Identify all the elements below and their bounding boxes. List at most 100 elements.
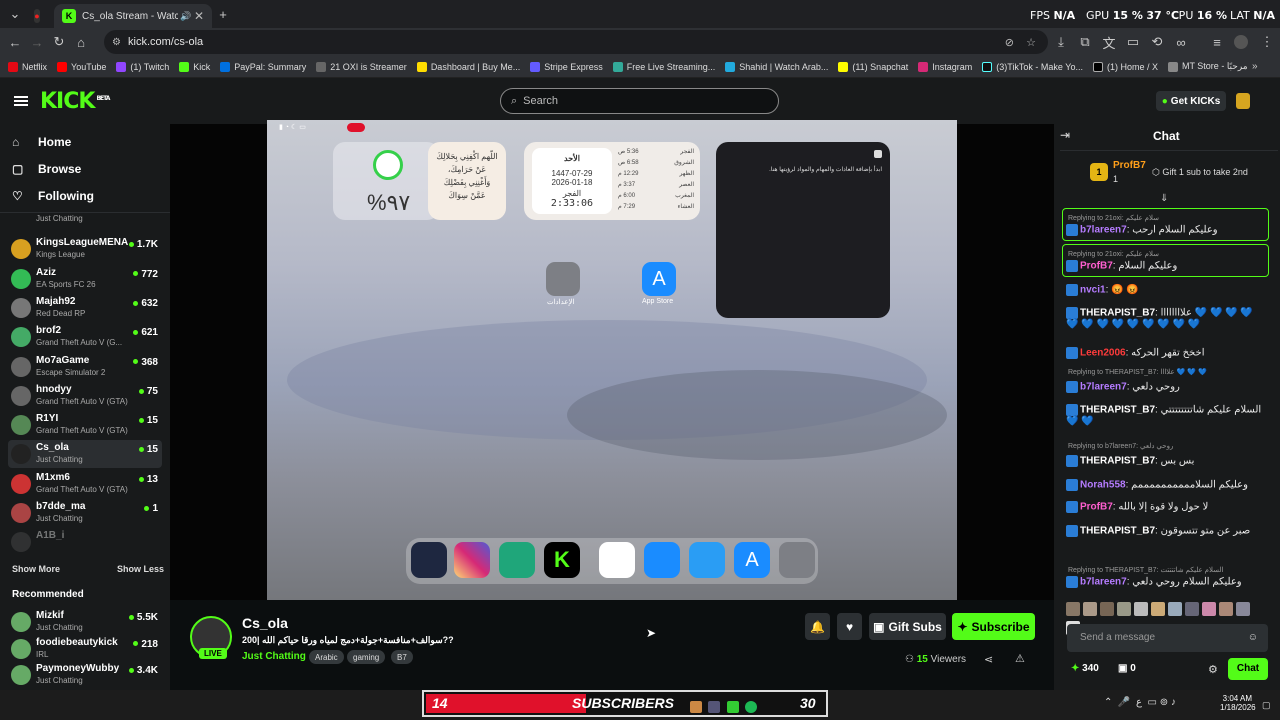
more-bookmarks-icon[interactable]: » xyxy=(1252,61,1258,72)
reply-context[interactable]: Replying to THERAPIST_B7: علاااا 💙 💙 💙 xyxy=(1068,368,1207,376)
report-icon[interactable]: ⚠ xyxy=(1015,652,1025,665)
bookmark-x[interactable]: (1) Home / X xyxy=(1092,61,1158,72)
recommended-channel[interactable]: foodiebeautykick IRL 218 xyxy=(8,635,162,663)
subscribe-button[interactable]: ✦ Subscribe xyxy=(952,613,1035,640)
profile-avatar[interactable] xyxy=(1234,35,1248,49)
pinned-gifter-name[interactable]: ProfB7 xyxy=(1113,160,1146,171)
chat-input[interactable]: Send a message ☺ xyxy=(1067,624,1268,652)
search-input[interactable]: ⌕ Search xyxy=(500,88,779,114)
chat-message[interactable]: THERAPIST_B7: علاااااااا 💙 💙 💙 💙 💙 💙 💙 💙… xyxy=(1066,307,1268,330)
sidebar-channel[interactable]: Mo7aGame Escape Simulator 2 368 xyxy=(8,353,162,381)
nav-following[interactable]: ♡ Following xyxy=(12,189,94,203)
chat-username[interactable]: nvci1 xyxy=(1080,285,1106,296)
speaker-icon[interactable]: 🔊 xyxy=(180,11,191,22)
emote-icon[interactable] xyxy=(1117,602,1131,616)
reply-context[interactable]: Replying to 21oxi: سلام عليكم xyxy=(1068,214,1159,222)
kick-logo[interactable]: KICK BETA xyxy=(40,89,110,114)
forward-icon[interactable]: → xyxy=(26,31,48,53)
tickets[interactable]: ▣ 0 xyxy=(1118,663,1136,674)
sidebar-channel[interactable]: Aziz EA Sports FC 26 772 xyxy=(8,265,162,293)
chat-username[interactable]: Leen2006 xyxy=(1080,348,1126,359)
chat-message[interactable]: b7lareen7: وعليكم السلام روحي دلعي xyxy=(1066,576,1268,588)
extension-icon[interactable]: ⧉ xyxy=(1074,31,1096,53)
chat-settings-icon[interactable]: ⚙ xyxy=(1208,663,1218,676)
bookmark-21oxi[interactable]: 21 OXI is Streamer xyxy=(316,61,407,72)
chat-username[interactable]: THERAPIST_B7 xyxy=(1080,526,1155,537)
get-kicks-button[interactable]: ● Get KICKs xyxy=(1156,91,1226,111)
chat-username[interactable]: THERAPIST_B7 xyxy=(1080,405,1155,416)
reload-icon[interactable]: ↻ xyxy=(48,31,70,53)
bookmark-youtube[interactable]: YouTube xyxy=(57,61,106,72)
recommended-channel[interactable]: Mizkif Just Chatting 5.5K xyxy=(8,608,162,636)
history-icon[interactable]: ⟲ xyxy=(1146,31,1168,53)
nav-browse[interactable]: ▢ Browse xyxy=(12,162,81,176)
sidebar-channel[interactable]: M1xm6 Grand Theft Auto V (GTA) 13 xyxy=(8,470,162,498)
chat-scroll-icon[interactable]: ⇓ xyxy=(1160,193,1168,204)
emote-strip[interactable] xyxy=(1066,602,1268,635)
show-more-button[interactable]: Show More xyxy=(12,564,60,574)
chat-message[interactable]: THERAPIST_B7: بس بس xyxy=(1066,455,1268,467)
bookmark-mtstore[interactable]: MT Store - مرحبًا xyxy=(1167,61,1248,72)
sidebar-channel[interactable]: Just Chatting xyxy=(8,210,162,224)
tab-active[interactable]: K Cs_ola Stream - Watch Live 🔊 ✕ xyxy=(54,4,212,28)
sidebar-channel[interactable]: A1B_i xyxy=(8,528,162,556)
bookmark-snapchat[interactable]: (11) Snapchat xyxy=(838,61,908,72)
share-icon[interactable]: ⋖ xyxy=(984,653,993,666)
bookmark-paypal[interactable]: PayPal: Summary xyxy=(220,61,306,72)
nav-home[interactable]: ⌂ Home xyxy=(12,135,71,149)
tag-b7[interactable]: B7 xyxy=(391,650,413,664)
pinned-tab[interactable]: ● xyxy=(26,4,54,28)
bookmark-twitch[interactable]: (1) Twitch xyxy=(116,61,169,72)
sidebar-channel[interactable]: Majah92 Red Dead RP 632 xyxy=(8,294,162,322)
bookmark-kick[interactable]: Kick xyxy=(179,61,210,72)
chat-message[interactable]: ProfB7: لا حول ولا قوة إلا بالله xyxy=(1066,501,1268,513)
chat-message[interactable]: b7lareen7: روحي دلعي xyxy=(1066,381,1268,393)
emote-icon[interactable] xyxy=(1236,602,1250,616)
show-less-button[interactable]: Show Less xyxy=(117,564,164,574)
sidebar-channel[interactable]: KingsLeagueMENA Kings League 1.7K xyxy=(8,235,162,263)
tag-gaming[interactable]: gaming xyxy=(347,650,386,664)
chat-username[interactable]: THERAPIST_B7 xyxy=(1080,456,1155,467)
reply-context[interactable]: Replying to 21oxi: سلام عليكم xyxy=(1068,250,1159,258)
sidebar-channel[interactable]: brof2 Grand Theft Auto V (G... 621 xyxy=(8,323,162,351)
chat-username[interactable]: b7lareen7 xyxy=(1080,225,1127,236)
stream-category[interactable]: Just Chatting xyxy=(242,651,306,662)
send-chat-button[interactable]: Chat xyxy=(1228,658,1268,680)
sidebar-channel[interactable]: b7dde_ma Just Chatting 1 xyxy=(8,499,162,527)
bookmark-star-icon[interactable]: ☆ xyxy=(1026,36,1036,49)
emote-icon[interactable] xyxy=(1168,602,1182,616)
emote-icon[interactable] xyxy=(1185,602,1199,616)
channel-points[interactable]: ✦ 340 xyxy=(1071,663,1099,674)
emote-icon[interactable] xyxy=(1083,602,1097,616)
tag-arabic[interactable]: Arabic xyxy=(309,650,344,664)
menu-icon[interactable]: ⋮ xyxy=(1256,31,1278,53)
chat-message[interactable]: ProfB7: وعليكم السلام xyxy=(1066,260,1268,272)
chat-username[interactable]: b7lareen7 xyxy=(1080,382,1127,393)
reply-context[interactable]: Replying to b7lareen7: روحي دلعي xyxy=(1068,442,1173,450)
bookmark-buymecoffee[interactable]: Dashboard | Buy Me... xyxy=(416,61,520,72)
emote-icon[interactable] xyxy=(1066,602,1080,616)
chat-message[interactable]: THERAPIST_B7: صبر عن متو تتسوقون xyxy=(1066,525,1268,537)
clock[interactable]: 3:04 AM 1/18/2026 xyxy=(1220,694,1256,712)
chat-message[interactable]: nvci1: 😡 😡 xyxy=(1066,284,1268,296)
chat-username[interactable]: Norah558 xyxy=(1080,480,1126,491)
emote-icon[interactable] xyxy=(1134,602,1148,616)
back-icon[interactable]: ← xyxy=(4,31,26,53)
gift-subs-button[interactable]: ▣ Gift Subs xyxy=(869,613,946,640)
sidebar-channel[interactable]: hnodyy Grand Theft Auto V (GTA) 75 xyxy=(8,382,162,410)
chat-username[interactable]: ProfB7 xyxy=(1080,261,1113,272)
chat-username[interactable]: b7lareen7 xyxy=(1080,577,1127,588)
close-tab-icon[interactable]: ✕ xyxy=(194,9,204,23)
bookmark-tiktok[interactable]: (3)TikTok - Make Yo... xyxy=(982,61,1083,72)
new-tab-button[interactable]: + xyxy=(212,3,234,25)
download-icon[interactable]: ⤓ xyxy=(1050,31,1072,53)
tray-icons[interactable]: ⌃ 🎤 ع ▭ ⊚ ♪ xyxy=(1104,697,1176,708)
chat-message[interactable]: Norah558: وعليكم السلاممممممممممم xyxy=(1066,479,1268,491)
chat-message[interactable]: THERAPIST_B7: السلام عليكم شاتتتتتتتتي 💙… xyxy=(1066,404,1268,427)
reply-context[interactable]: Replying to THERAPIST_B7: السلام عليكم ش… xyxy=(1068,566,1223,574)
bookmark-streaming[interactable]: Free Live Streaming... xyxy=(612,61,715,72)
sidebar-channel[interactable]: R1YI Grand Theft Auto V (GTA) 15 xyxy=(8,411,162,439)
chat-username[interactable]: ProfB7 xyxy=(1080,502,1113,513)
streamer-name[interactable]: Cs_ola xyxy=(242,615,288,631)
emote-icon[interactable] xyxy=(1100,602,1114,616)
